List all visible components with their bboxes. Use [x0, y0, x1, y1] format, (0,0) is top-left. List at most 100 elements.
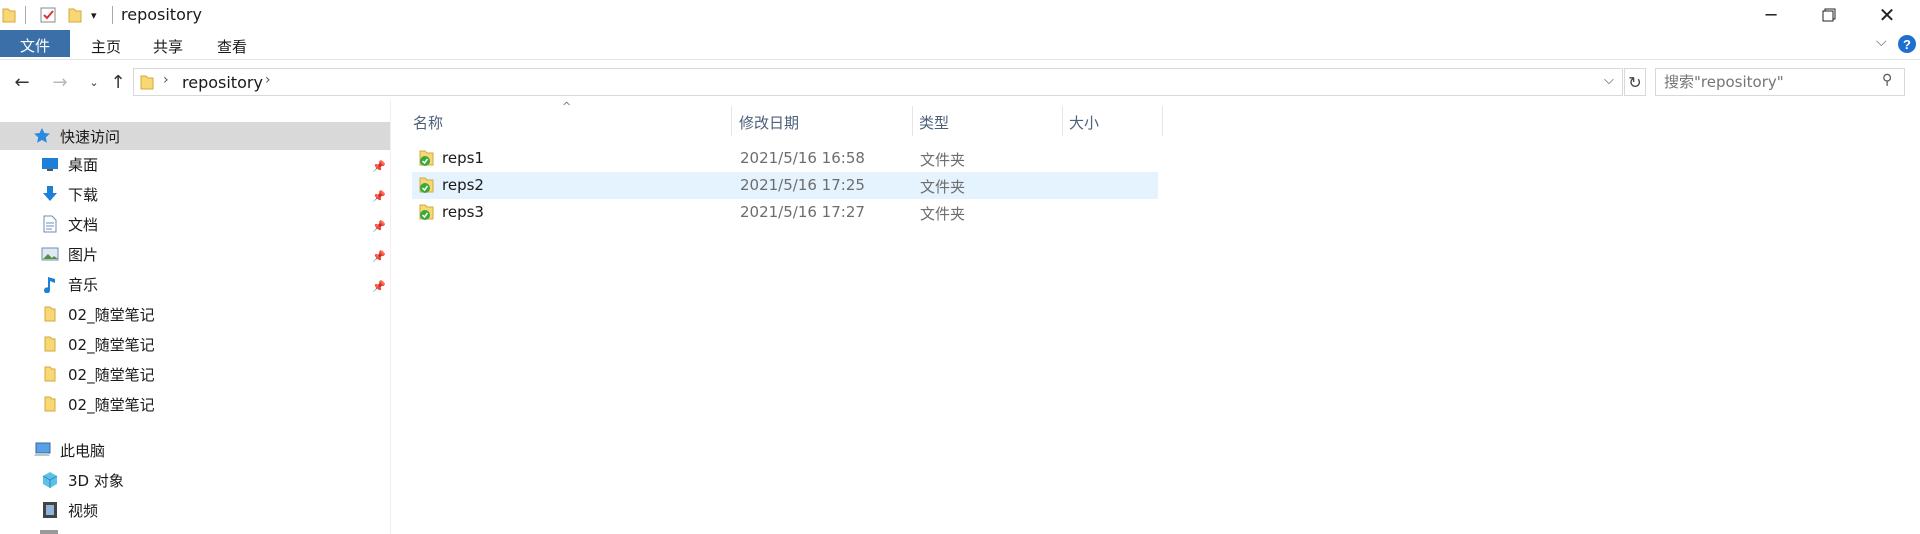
navigation-pane: 快速访问 桌面 📌 下载 📌 文档 📌 图片 📌 音乐 📌 02_随堂笔记 02…: [0, 120, 390, 534]
breadcrumb-chevron-icon[interactable]: ›: [163, 72, 169, 88]
synced-folder-icon: [419, 177, 434, 193]
folder-icon: [40, 395, 60, 413]
search-box[interactable]: ⚲: [1655, 68, 1905, 96]
pin-icon[interactable]: 📌: [372, 250, 386, 263]
restore-icon: [1822, 8, 1836, 22]
forward-button[interactable]: →: [48, 70, 72, 94]
file-type: 文件夹: [920, 178, 966, 196]
search-icon[interactable]: ⚲: [1882, 72, 1892, 88]
column-header-label: 名称: [413, 114, 444, 132]
new-folder-icon[interactable]: [68, 6, 82, 24]
properties-icon[interactable]: [40, 6, 56, 24]
sidebar-item-label: 此电脑: [60, 441, 106, 460]
sidebar-item-label: 图片: [68, 245, 99, 264]
tab-share[interactable]: 共享: [148, 33, 188, 59]
column-header-date[interactable]: 修改日期: [733, 106, 913, 136]
pin-icon[interactable]: 📌: [372, 220, 386, 233]
tab-view[interactable]: 查看: [212, 33, 252, 59]
breadcrumb-chevron-icon[interactable]: ›: [265, 72, 271, 88]
sidebar-item-music[interactable]: 音乐: [40, 270, 98, 298]
sidebar-item-label: 快速访问: [60, 127, 121, 146]
star-icon: [32, 127, 52, 145]
file-type: 文件夹: [920, 205, 966, 223]
sidebar-item-desktop[interactable]: 桌面: [40, 150, 98, 178]
pin-icon[interactable]: 📌: [372, 280, 386, 293]
address-row: ← → ⌄ ↑ › repository › ⌵ ↻ ⚲: [0, 66, 1920, 98]
chevron-down-icon[interactable]: ⌵: [1876, 34, 1887, 50]
column-header-label: 大小: [1069, 114, 1100, 132]
video-icon: [40, 501, 60, 519]
sidebar-item-this-pc[interactable]: 此电脑: [32, 436, 105, 464]
refresh-button[interactable]: ↻: [1624, 68, 1646, 96]
file-name: reps2: [442, 176, 484, 194]
sidebar-item-downloads[interactable]: 下载: [40, 180, 98, 208]
sidebar-item-notes-4[interactable]: 02_随堂笔记: [40, 390, 155, 418]
sidebar-item-label: 02_随堂笔记: [68, 335, 155, 354]
sidebar-item-pictures[interactable]: 图片: [40, 240, 98, 268]
close-button[interactable]: ✕: [1858, 0, 1916, 30]
svg-text:?: ?: [1903, 37, 1911, 52]
folder-icon: [2, 8, 16, 23]
sidebar-item-documents[interactable]: 文档: [40, 210, 98, 238]
folder-icon: [40, 365, 60, 383]
sidebar-item-label: 文档: [68, 215, 99, 234]
computer-icon: [32, 441, 52, 459]
tab-file[interactable]: 文件: [0, 30, 70, 57]
table-row[interactable]: reps2 2021/5/16 17:25 文件夹: [412, 172, 1158, 199]
sidebar-item-notes-1[interactable]: 02_随堂笔记: [40, 300, 155, 328]
table-row[interactable]: reps1 2021/5/16 16:58 文件夹: [412, 145, 1158, 172]
maximize-button[interactable]: [1800, 0, 1858, 30]
sidebar-item-label: 视频: [68, 501, 99, 520]
music-icon: [40, 275, 60, 293]
pin-icon[interactable]: 📌: [372, 190, 386, 203]
desktop-icon: [40, 155, 60, 173]
sidebar-item-label: 3D 对象: [68, 471, 124, 490]
back-button[interactable]: ←: [10, 70, 34, 94]
search-input[interactable]: [1664, 73, 1874, 91]
toolbar-separator: [25, 6, 26, 24]
3d-objects-icon: [40, 471, 60, 489]
sidebar-item-notes-2[interactable]: 02_随堂笔记: [40, 330, 155, 358]
address-bar[interactable]: › repository › ⌵: [133, 68, 1623, 96]
folder-icon: [40, 335, 60, 353]
picture-icon: [40, 245, 60, 263]
sidebar-item-quick-access[interactable]: 快速访问: [0, 122, 390, 150]
file-name: reps3: [442, 203, 484, 221]
customize-toolbar-icon[interactable]: ▾: [91, 9, 97, 27]
sidebar-item-label: 02_随堂笔记: [68, 305, 155, 324]
synced-folder-icon: [419, 204, 434, 220]
file-name: reps1: [442, 149, 484, 167]
ribbon: 文件 主页 共享 查看 ⌵ ?: [0, 30, 1920, 60]
pin-icon[interactable]: 📌: [372, 160, 386, 173]
sidebar-item-label: 02_随堂笔记: [68, 395, 155, 414]
sidebar-item-notes-3[interactable]: 02_随堂笔记: [40, 360, 155, 388]
column-header-type[interactable]: 类型: [913, 106, 1063, 136]
pane-splitter[interactable]: [390, 100, 391, 534]
column-header-size[interactable]: 大小: [1063, 106, 1163, 136]
sidebar-item-label: 桌面: [68, 155, 99, 174]
tab-home[interactable]: 主页: [86, 33, 126, 59]
file-type: 文件夹: [920, 151, 966, 169]
column-header-label: 修改日期: [739, 114, 800, 132]
column-header-label: 类型: [919, 114, 950, 132]
download-icon: [40, 185, 60, 203]
window-title: repository: [121, 5, 202, 24]
folder-icon: [140, 75, 154, 90]
minimize-button[interactable]: ─: [1742, 0, 1800, 30]
sort-up-icon: ^: [562, 100, 572, 113]
sidebar-item-3d-objects[interactable]: 3D 对象: [40, 466, 124, 494]
sidebar-item-videos[interactable]: 视频: [40, 496, 98, 524]
sidebar-item-label: 下载: [68, 185, 99, 204]
synced-folder-icon: [419, 150, 434, 166]
file-date: 2021/5/16 17:25: [740, 176, 865, 194]
recent-locations-button[interactable]: ⌄: [82, 70, 106, 94]
sidebar-item-label: 02_随堂笔记: [68, 365, 155, 384]
up-button[interactable]: ↑: [106, 70, 130, 94]
address-dropdown-icon[interactable]: ⌵: [1604, 73, 1614, 88]
table-row[interactable]: reps3 2021/5/16 17:27 文件夹: [412, 199, 1158, 226]
help-icon[interactable]: ?: [1897, 34, 1917, 54]
sidebar-item-label: 音乐: [68, 275, 99, 294]
sidebar-item-partial: [40, 530, 58, 534]
toolbar-separator: [112, 6, 113, 24]
breadcrumb-repository[interactable]: repository: [182, 73, 263, 92]
